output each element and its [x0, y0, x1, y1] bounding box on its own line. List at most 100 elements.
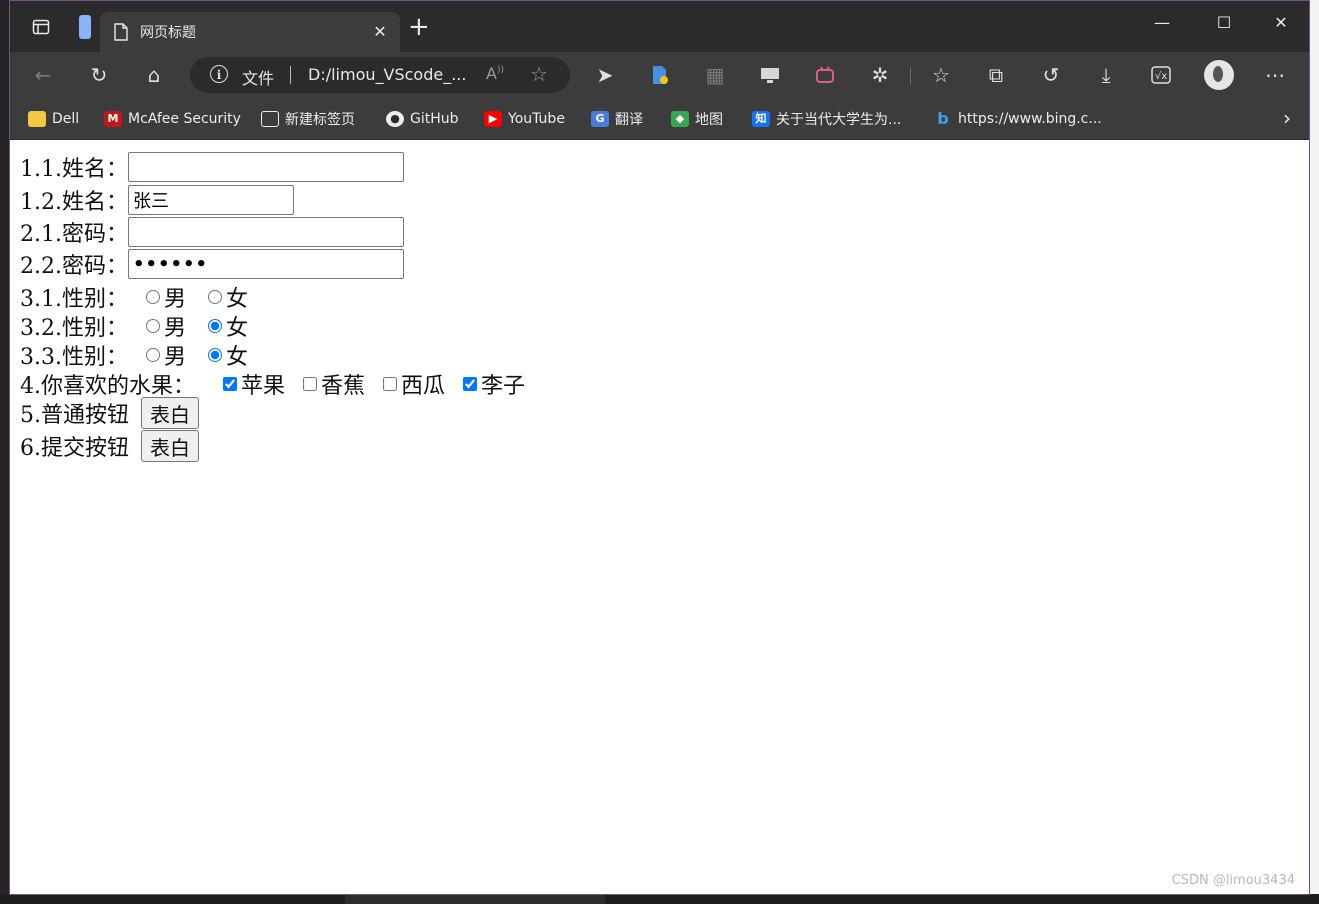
field-label: 1.2.姓名： [20, 190, 128, 215]
bing-icon: b [937, 109, 949, 128]
more-menu-icon[interactable]: ⋯ [1260, 62, 1290, 88]
extension-arrow-icon[interactable]: ➤ [590, 62, 620, 88]
tab-close-icon[interactable]: ✕ [370, 22, 390, 41]
back-icon[interactable]: ← [28, 62, 58, 88]
add-favorite-icon[interactable]: ☆ [530, 62, 548, 86]
favorite-label: Dell [52, 111, 80, 127]
radio-male[interactable]: 男 [145, 281, 186, 313]
name-input-1[interactable] [127, 152, 404, 182]
radio-female-input[interactable] [208, 319, 222, 333]
favorite-label: YouTube [508, 111, 565, 127]
radio-female[interactable]: 女 [208, 310, 248, 342]
tab-actions-icon[interactable] [26, 12, 56, 42]
vertical-tabs-icon[interactable] [70, 12, 100, 42]
favorite-item-github[interactable]: ● GitHub [386, 108, 459, 130]
extension-screen-icon[interactable] [755, 62, 785, 88]
tab-active[interactable]: 网页标题 ✕ [100, 12, 400, 52]
checkbox-input[interactable] [463, 377, 478, 391]
checkbox-watermelon[interactable]: 西瓜 [383, 368, 445, 400]
page-content: 1.1.姓名： 1.2.姓名： 2.1.密码： 2.2.密码： 3.1.性别： … [10, 140, 1309, 894]
field-label: 2.1.密码： [20, 222, 128, 247]
url-scheme: 文件 [242, 69, 275, 88]
field-label: 6.提交按钮 [20, 436, 129, 461]
checkbox-banana[interactable]: 香蕉 [303, 368, 365, 400]
url-text[interactable]: D:/limou_VScode_... [308, 65, 466, 84]
read-aloud-icon[interactable]: A)) [486, 64, 504, 83]
checkbox-label: 苹果 [241, 374, 286, 399]
youtube-icon: ▶ [484, 111, 502, 127]
checkbox-plum[interactable]: 李子 [463, 368, 525, 400]
checkbox-input[interactable] [223, 377, 237, 391]
favorite-label: 关于当代大学生为... [776, 112, 902, 128]
favorite-item-mcafee[interactable]: M McAfee Security [104, 108, 241, 130]
radio-male[interactable]: 男 [145, 339, 186, 371]
form-row-name1: 1.1.姓名： [20, 151, 404, 183]
radio-male-input[interactable] [145, 348, 160, 362]
favorite-item-maps[interactable]: ◆ 地图 [671, 108, 723, 130]
field-label: 3.3.性别： [20, 345, 128, 370]
checkbox-apple[interactable]: 苹果 [223, 368, 285, 400]
browser-window: 网页标题 ✕ + — ☐ ✕ ← ↻ ⌂ i 文件 D:/limou_VScod… [9, 0, 1310, 895]
radio-female[interactable]: 女 [208, 281, 248, 313]
math-solver-icon[interactable]: √x [1146, 62, 1176, 88]
name-input-2[interactable] [127, 185, 294, 215]
window-close-icon[interactable]: ✕ [1266, 13, 1296, 32]
maximize-icon[interactable]: ☐ [1209, 13, 1239, 32]
address-bar[interactable]: i 文件 D:/limou_VScode_... A)) ☆ [190, 57, 570, 93]
field-label: 3.2.性别： [20, 316, 128, 341]
favorite-item-bing[interactable]: b https://www.bing.c... [934, 108, 1102, 130]
profile-avatar[interactable] [1204, 60, 1234, 90]
favorite-label: https://www.bing.c... [958, 111, 1102, 127]
background-editor-tab [345, 894, 605, 904]
favorite-item-youtube[interactable]: ▶ YouTube [484, 108, 565, 130]
toolbar: ← ↻ ⌂ i 文件 D:/limou_VScode_... A)) ☆ ➤ ▦… [10, 52, 1309, 98]
favorite-item-newtab[interactable]: 新建标签页 [261, 108, 355, 130]
tab-title: 网页标题 [140, 25, 196, 41]
history-icon[interactable]: ↺ [1036, 62, 1066, 88]
favorite-item-translate[interactable]: G 翻译 [591, 108, 643, 130]
field-label: 4.你喜欢的水果： [20, 374, 195, 399]
radio-label: 女 [226, 316, 249, 341]
radio-male-input[interactable] [145, 290, 160, 304]
minimize-icon[interactable]: — [1147, 13, 1177, 32]
submit-button[interactable]: 表白 [141, 430, 199, 462]
home-icon[interactable]: ⌂ [139, 62, 169, 88]
address-separator [290, 66, 291, 84]
site-info-icon[interactable]: i [210, 65, 228, 83]
radio-male[interactable]: 男 [145, 310, 186, 342]
translate-icon: G [591, 111, 609, 127]
bilibili-icon[interactable] [810, 62, 840, 88]
radio-female-input[interactable] [208, 348, 222, 362]
page-icon [114, 23, 128, 41]
radio-label: 男 [163, 345, 186, 370]
extensions-icon[interactable]: ✲ [865, 62, 895, 88]
collections-icon[interactable]: ⧉ [981, 62, 1011, 88]
mcafee-icon: M [104, 111, 122, 127]
favorite-item-dell[interactable]: Dell [28, 108, 79, 130]
downloads-icon[interactable]: ⤓ [1091, 62, 1121, 88]
radio-female-input[interactable] [208, 290, 222, 304]
favorites-icon[interactable]: ☆ [926, 62, 956, 88]
extension-doc-icon[interactable] [645, 62, 675, 88]
checkbox-input[interactable] [303, 377, 318, 391]
radio-male-input[interactable] [145, 319, 160, 333]
checkbox-input[interactable] [383, 377, 398, 391]
refresh-icon[interactable]: ↻ [84, 62, 114, 88]
favorites-bar: Dell M McAfee Security 新建标签页 ● GitHub ▶ … [10, 98, 1309, 140]
password-input-1[interactable] [127, 217, 404, 247]
field-label: 3.1.性别： [20, 287, 128, 312]
favorite-item-zhihu[interactable]: 知 关于当代大学生为... [752, 108, 901, 130]
qr-code-icon[interactable]: ▦ [700, 62, 730, 88]
radio-label: 女 [226, 287, 249, 312]
form-row-pwd1: 2.1.密码： [20, 216, 404, 248]
chevron-right-icon[interactable]: › [1283, 106, 1291, 130]
password-input-2[interactable] [127, 249, 404, 279]
plain-button[interactable]: 表白 [141, 397, 199, 429]
form-row-name2: 1.2.姓名： [20, 184, 294, 216]
favorite-label: 新建标签页 [285, 112, 355, 128]
radio-female[interactable]: 女 [208, 339, 248, 371]
tab-strip: 网页标题 ✕ + — ☐ ✕ [10, 1, 1309, 52]
form-row-button2: 6.提交按钮 表白 [20, 430, 199, 462]
new-tab-icon[interactable]: + [408, 14, 430, 40]
favorite-label: McAfee Security [128, 111, 241, 127]
